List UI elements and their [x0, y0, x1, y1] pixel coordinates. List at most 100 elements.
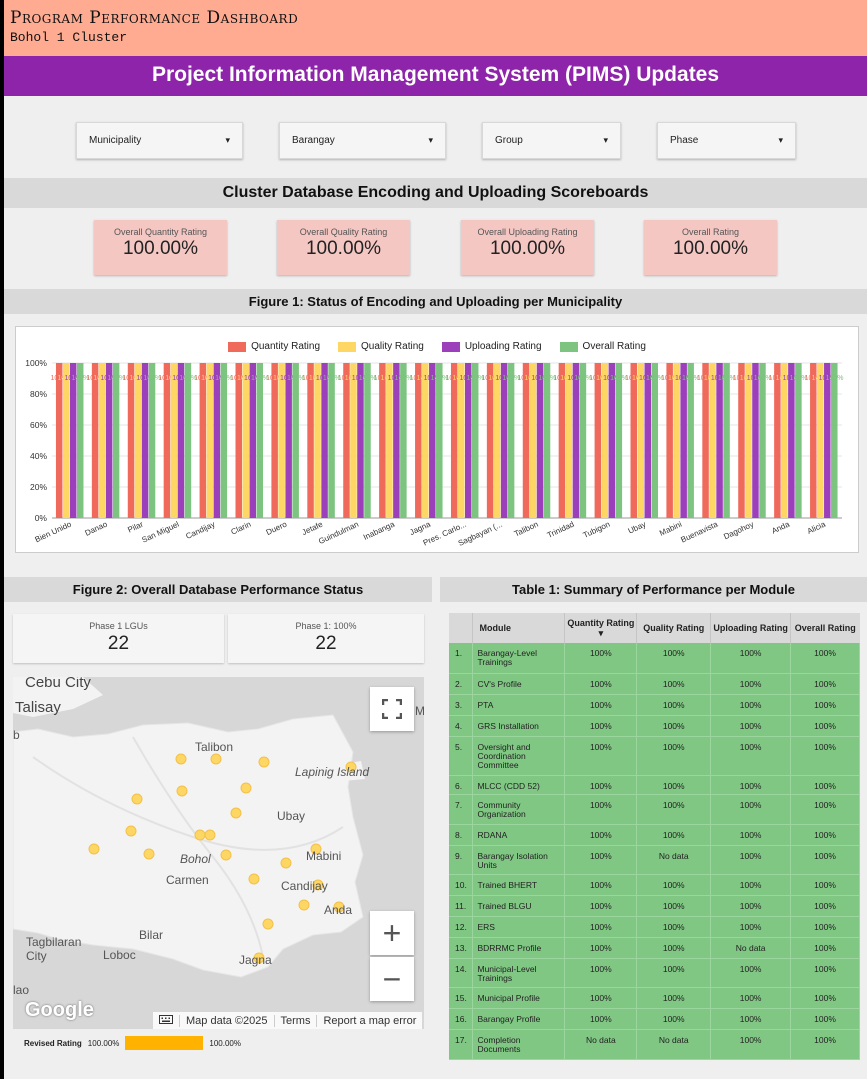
chart-bar[interactable] [831, 363, 838, 518]
col-quantity-rating[interactable]: Quantity Rating ▾ [564, 613, 638, 643]
chart-bar[interactable] [702, 363, 709, 518]
chart-bar[interactable] [543, 363, 551, 518]
chart-bar[interactable] [457, 363, 465, 518]
report-map-error-link[interactable]: Report a map error [316, 1014, 422, 1027]
chart-bar[interactable] [558, 363, 566, 518]
chart-bar[interactable] [436, 363, 443, 518]
chart-bar[interactable] [98, 363, 106, 518]
map-marker[interactable] [240, 782, 252, 794]
chart-bar[interactable] [314, 363, 321, 518]
chart-bar[interactable] [615, 363, 623, 518]
chart-bar[interactable] [127, 363, 135, 518]
chart-bar[interactable] [112, 363, 120, 518]
chart-bar[interactable] [76, 363, 84, 518]
keyboard-shortcuts-button[interactable] [153, 1014, 179, 1027]
bohol-map[interactable]: Cebu City Talisay Talibon Lapinig Island… [13, 677, 424, 1029]
map-marker[interactable] [258, 756, 270, 768]
chart-bar[interactable] [256, 363, 264, 518]
municipality-filter[interactable]: Municipality ▾ [76, 122, 243, 159]
chart-bar[interactable] [350, 363, 357, 518]
chart-bar[interactable] [824, 363, 831, 518]
chart-bar[interactable] [594, 363, 602, 518]
chart-bar[interactable] [220, 363, 228, 518]
chart-bar[interactable] [709, 363, 716, 518]
chart-bar[interactable] [536, 363, 544, 518]
map-marker[interactable] [210, 753, 222, 765]
chart-bar[interactable] [235, 363, 243, 518]
chart-bar[interactable] [817, 363, 824, 518]
col-overall-rating[interactable]: Overall Rating [790, 613, 860, 643]
chart-bar[interactable] [307, 363, 314, 518]
chart-bar[interactable] [486, 363, 494, 518]
chart-bar[interactable] [184, 363, 192, 518]
group-filter[interactable]: Group ▾ [482, 122, 621, 159]
barangay-filter[interactable]: Barangay ▾ [279, 122, 446, 159]
chart-bar[interactable] [471, 363, 479, 518]
chart-bar[interactable] [774, 363, 781, 518]
col-module[interactable]: Module [472, 613, 566, 643]
map-marker[interactable] [176, 785, 188, 797]
phase-filter[interactable]: Phase ▾ [657, 122, 796, 159]
chart-bar[interactable] [249, 363, 257, 518]
map-marker[interactable] [194, 829, 206, 841]
map-marker[interactable] [220, 849, 232, 861]
chart-bar[interactable] [343, 363, 350, 518]
chart-bar[interactable] [565, 363, 573, 518]
map-marker[interactable] [125, 825, 137, 837]
chart-bar[interactable] [493, 363, 501, 518]
chart-bar[interactable] [572, 363, 580, 518]
zoom-in-button[interactable]: + [370, 911, 414, 955]
chart-bar[interactable] [637, 363, 645, 518]
chart-bar[interactable] [422, 363, 429, 518]
chart-bar[interactable] [500, 363, 508, 518]
chart-bar[interactable] [687, 363, 694, 518]
chart-bar[interactable] [579, 363, 587, 518]
map-marker[interactable] [248, 873, 260, 885]
col-quality-rating[interactable]: Quality Rating [636, 613, 712, 643]
chart-bar[interactable] [177, 363, 185, 518]
chart-bar[interactable] [608, 363, 616, 518]
chart-bar[interactable] [450, 363, 458, 518]
chart-bar[interactable] [328, 363, 335, 518]
chart-bar[interactable] [810, 363, 817, 518]
chart-bar[interactable] [723, 363, 730, 518]
chart-bar[interactable] [738, 363, 745, 518]
chart-bar[interactable] [393, 363, 400, 518]
map-marker[interactable] [280, 857, 292, 869]
chart-bar[interactable] [464, 363, 472, 518]
chart-bar[interactable] [62, 363, 70, 518]
chart-bar[interactable] [148, 363, 156, 518]
chart-bar[interactable] [529, 363, 537, 518]
chart-bar[interactable] [141, 363, 149, 518]
chart-bar[interactable] [781, 363, 788, 518]
chart-bar[interactable] [199, 363, 207, 518]
chart-bar[interactable] [163, 363, 171, 518]
chart-bar[interactable] [644, 363, 652, 518]
map-marker[interactable] [143, 848, 155, 860]
map-marker[interactable] [230, 807, 242, 819]
chart-bar[interactable] [292, 363, 299, 518]
chart-bar[interactable] [271, 363, 278, 518]
chart-bar[interactable] [321, 363, 328, 518]
chart-bar[interactable] [788, 363, 795, 518]
chart-bar[interactable] [134, 363, 142, 518]
chart-bar[interactable] [170, 363, 178, 518]
map-marker[interactable] [131, 793, 143, 805]
chart-bar[interactable] [213, 363, 221, 518]
map-marker[interactable] [298, 899, 310, 911]
chart-bar[interactable] [386, 363, 393, 518]
chart-bar[interactable] [752, 363, 759, 518]
chart-bar[interactable] [400, 363, 407, 518]
chart-bar[interactable] [666, 363, 673, 518]
chart-bar[interactable] [69, 363, 77, 518]
fullscreen-button[interactable] [370, 687, 414, 731]
chart-bar[interactable] [285, 363, 292, 518]
chart-bar[interactable] [242, 363, 250, 518]
chart-bar[interactable] [91, 363, 99, 518]
chart-bar[interactable] [680, 363, 687, 518]
map-marker[interactable] [204, 829, 216, 841]
chart-bar[interactable] [745, 363, 752, 518]
chart-bar[interactable] [630, 363, 638, 518]
zoom-out-button[interactable]: − [370, 957, 414, 1001]
chart-bar[interactable] [278, 363, 285, 518]
